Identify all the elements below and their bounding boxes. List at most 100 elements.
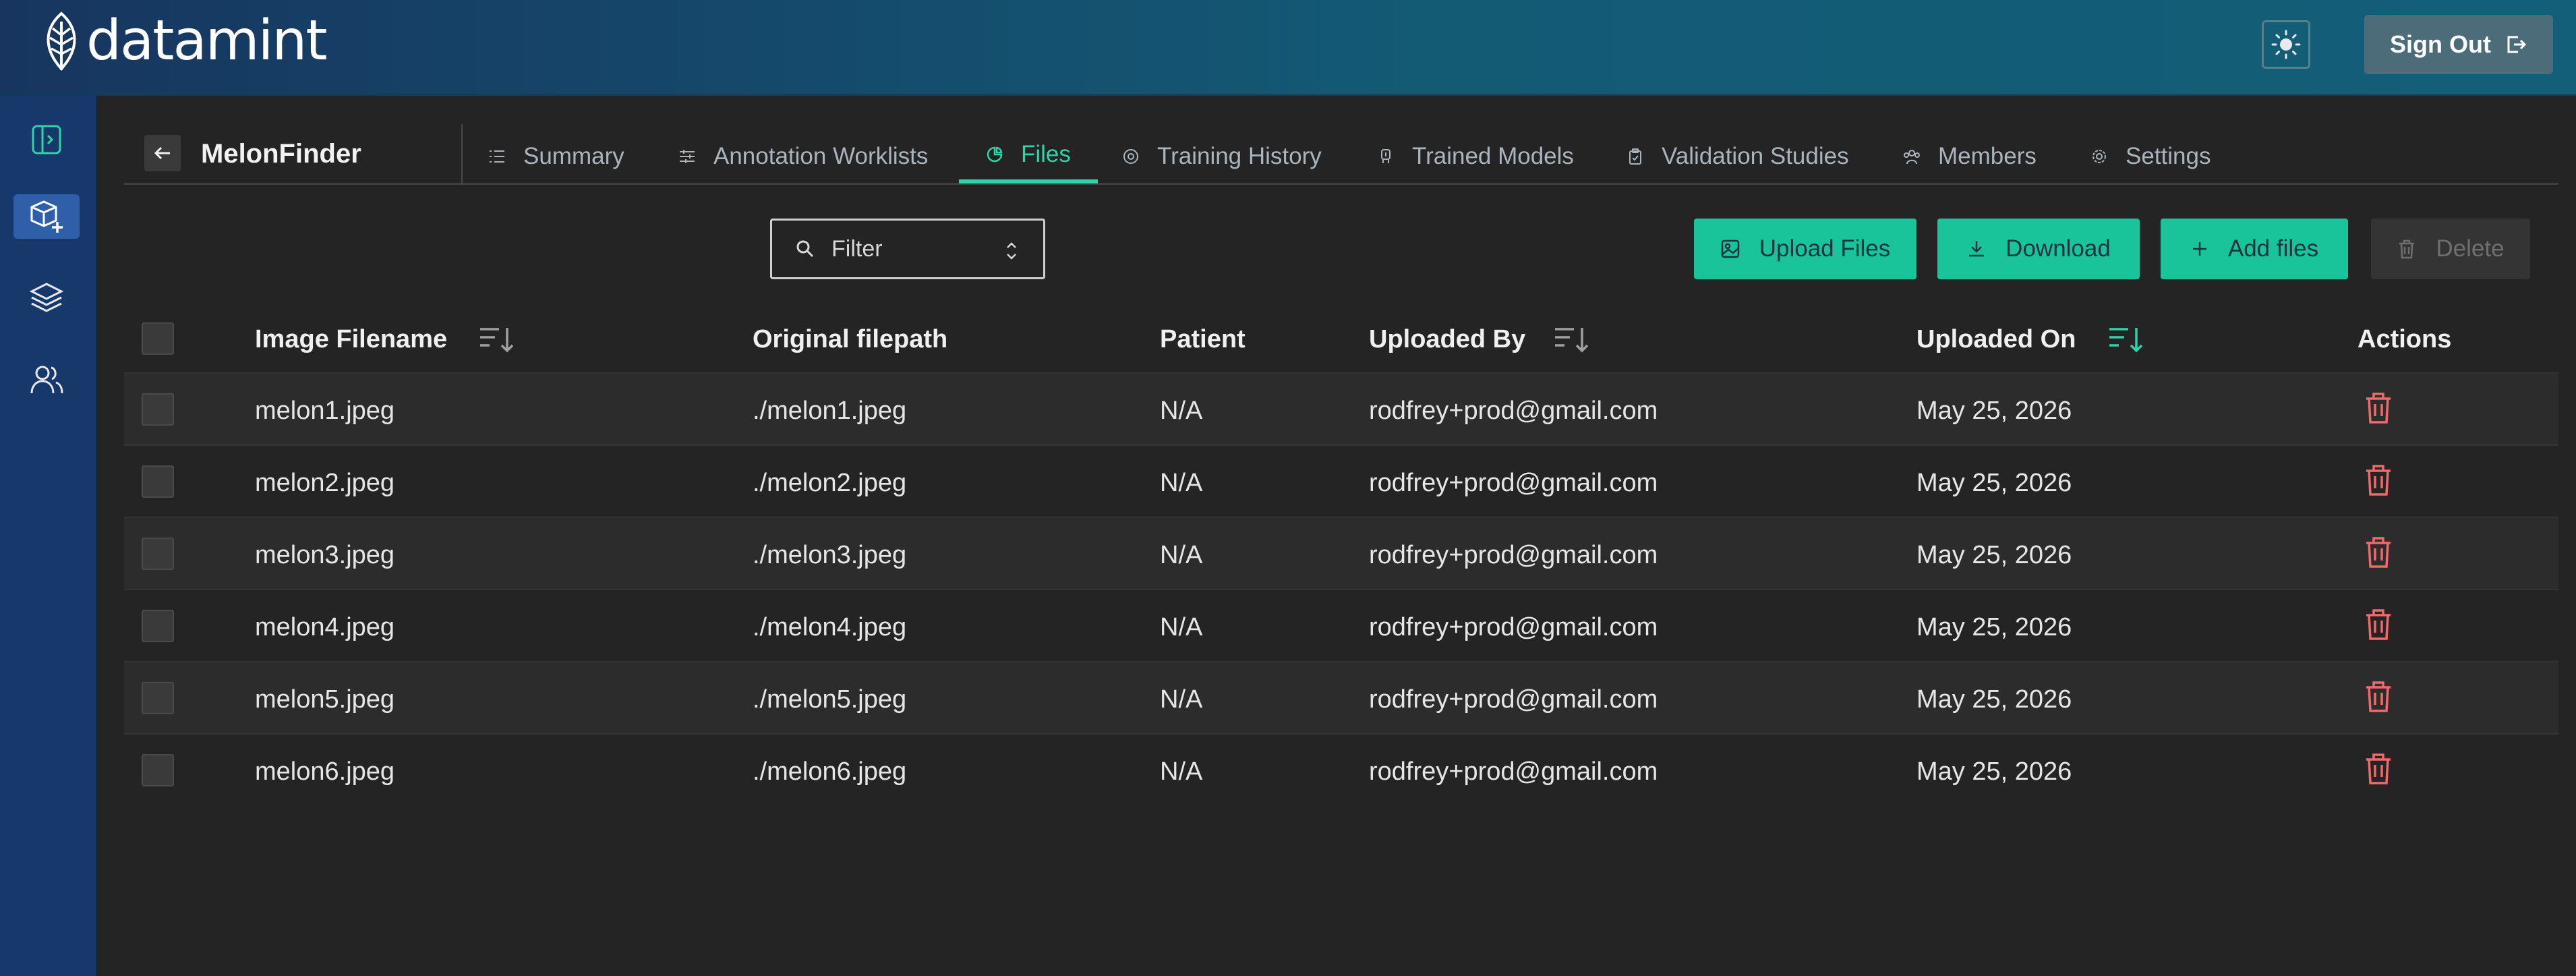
cell-patient: N/A bbox=[1160, 397, 1203, 425]
tab-training-history-label: Training History bbox=[1157, 143, 1322, 169]
logout-icon bbox=[2507, 36, 2527, 53]
row-checkbox[interactable] bbox=[142, 393, 174, 426]
logo[interactable]: datamint bbox=[39, 11, 327, 71]
cell-uploaded-on: May 25, 2026 bbox=[1916, 397, 2072, 425]
tab-trained-models[interactable]: Trained Models bbox=[1377, 130, 1574, 183]
cell-uploaded-on: May 25, 2026 bbox=[1916, 541, 2072, 569]
add-files-button[interactable]: Add files bbox=[2161, 219, 2348, 279]
tab-files[interactable]: Files bbox=[959, 130, 1098, 183]
col-actions: Actions bbox=[2358, 325, 2452, 353]
row-checkbox[interactable] bbox=[142, 754, 174, 786]
table-header: Image Filename Original filepath Patient… bbox=[124, 305, 2558, 372]
cell-uploaded-on: May 25, 2026 bbox=[1916, 469, 2072, 497]
delete-label: Delete bbox=[2436, 235, 2505, 262]
tab-files-label: Files bbox=[1021, 141, 1071, 167]
cell-patient: N/A bbox=[1160, 469, 1203, 497]
tab-training-history[interactable]: Training History bbox=[1122, 130, 1322, 183]
sidebar-toggle-button[interactable] bbox=[13, 117, 80, 162]
clipboard-icon bbox=[1629, 148, 1641, 165]
theme-toggle-button[interactable] bbox=[2262, 20, 2310, 69]
tab-settings[interactable]: Settings bbox=[2090, 130, 2211, 183]
tab-validation-studies-label: Validation Studies bbox=[1662, 143, 1849, 169]
upload-files-button[interactable]: Upload Files bbox=[1694, 219, 1916, 279]
sort-icon[interactable] bbox=[479, 325, 515, 355]
table-row[interactable]: melon1.jpeg ./melon1.jpeg N/A rodfrey+pr… bbox=[124, 372, 2558, 444]
cell-uploaded-by: rodfrey+prod@gmail.com bbox=[1369, 397, 1658, 425]
table-row[interactable]: melon4.jpeg ./melon4.jpeg N/A rodfrey+pr… bbox=[124, 589, 2558, 661]
row-checkbox[interactable] bbox=[142, 465, 174, 498]
tab-divider bbox=[461, 124, 463, 185]
sign-out-button[interactable]: Sign Out bbox=[2364, 15, 2553, 74]
delete-row-icon[interactable] bbox=[2363, 752, 2394, 786]
users-icon bbox=[30, 366, 63, 394]
model-icon bbox=[1381, 149, 1391, 163]
sliders-icon bbox=[680, 150, 695, 163]
upload-files-label: Upload Files bbox=[1759, 235, 1891, 262]
delete-row-icon[interactable] bbox=[2363, 391, 2394, 425]
col-image-filename[interactable]: Image Filename bbox=[255, 325, 447, 354]
row-checkbox[interactable] bbox=[142, 682, 174, 714]
new-project-icon bbox=[30, 200, 63, 233]
tab-validation-studies[interactable]: Validation Studies bbox=[1627, 130, 1849, 183]
delete-row-icon[interactable] bbox=[2363, 463, 2394, 497]
sidebar bbox=[0, 96, 97, 976]
cell-filepath: ./melon1.jpeg bbox=[753, 397, 907, 425]
cell-uploaded-on: May 25, 2026 bbox=[1916, 685, 2072, 714]
filter-select[interactable]: Filter bbox=[770, 219, 1045, 279]
chevron-updown-icon bbox=[1007, 242, 1016, 260]
row-checkbox[interactable] bbox=[142, 610, 174, 642]
sidebar-item-datasets[interactable] bbox=[13, 275, 80, 320]
delete-row-icon[interactable] bbox=[2363, 536, 2394, 569]
top-header: datamint Sign Out bbox=[0, 0, 2576, 96]
sidebar-item-users[interactable] bbox=[13, 357, 80, 402]
sidebar-item-new-project[interactable] bbox=[13, 194, 80, 239]
cell-uploaded-on: May 25, 2026 bbox=[1916, 613, 2072, 641]
back-button[interactable] bbox=[144, 135, 181, 171]
layers-icon bbox=[29, 283, 64, 312]
select-all-checkbox[interactable] bbox=[142, 322, 174, 355]
cell-filepath: ./melon4.jpeg bbox=[753, 613, 907, 641]
image-icon bbox=[1721, 239, 1739, 258]
arrow-left-icon bbox=[154, 146, 170, 160]
delete-row-icon[interactable] bbox=[2363, 680, 2394, 714]
tab-members[interactable]: Members bbox=[1903, 130, 2037, 183]
sun-icon bbox=[2271, 30, 2301, 59]
sign-out-label: Sign Out bbox=[2390, 30, 2491, 58]
tab-summary[interactable]: Summary bbox=[488, 130, 624, 183]
cell-uploaded-by: rodfrey+prod@gmail.com bbox=[1369, 469, 1658, 497]
tab-settings-label: Settings bbox=[2126, 143, 2211, 169]
cell-filename: melon5.jpeg bbox=[255, 685, 395, 714]
tab-trained-models-label: Trained Models bbox=[1412, 143, 1574, 169]
cell-filepath: ./melon3.jpeg bbox=[753, 541, 907, 569]
cell-patient: N/A bbox=[1160, 613, 1203, 641]
col-uploaded-by[interactable]: Uploaded By bbox=[1369, 325, 1525, 354]
leaf-logo-icon bbox=[47, 11, 76, 71]
add-files-label: Add files bbox=[2227, 235, 2319, 262]
cell-filename: melon4.jpeg bbox=[255, 613, 395, 641]
tab-members-label: Members bbox=[1938, 143, 2037, 169]
download-button[interactable]: Download bbox=[1937, 219, 2140, 279]
table-row[interactable]: melon3.jpeg ./melon3.jpeg N/A rodfrey+pr… bbox=[124, 517, 2558, 589]
delete-row-icon[interactable] bbox=[2363, 608, 2394, 641]
training-icon bbox=[1123, 149, 1138, 164]
table-row[interactable]: melon2.jpeg ./melon2.jpeg N/A rodfrey+pr… bbox=[124, 444, 2558, 517]
cell-filepath: ./melon6.jpeg bbox=[753, 757, 907, 786]
plus-icon bbox=[2192, 242, 2206, 256]
cell-filepath: ./melon5.jpeg bbox=[753, 685, 907, 714]
table-row[interactable]: melon5.jpeg ./melon5.jpeg N/A rodfrey+pr… bbox=[124, 661, 2558, 733]
col-uploaded-on[interactable]: Uploaded On bbox=[1916, 325, 2076, 354]
table-row[interactable]: melon6.jpeg ./melon6.jpeg N/A rodfrey+pr… bbox=[124, 733, 2558, 805]
gear-icon bbox=[2092, 150, 2106, 163]
delete-button[interactable]: Delete bbox=[2371, 219, 2530, 279]
cell-filename: melon3.jpeg bbox=[255, 541, 395, 569]
cell-filename: melon6.jpeg bbox=[255, 757, 395, 786]
col-patient: Patient bbox=[1160, 325, 1246, 353]
row-checkbox[interactable] bbox=[142, 538, 174, 570]
sort-active-icon[interactable] bbox=[2108, 325, 2144, 355]
sort-icon[interactable] bbox=[1554, 325, 1590, 355]
cell-filename: melon1.jpeg bbox=[255, 397, 395, 425]
cell-uploaded-by: rodfrey+prod@gmail.com bbox=[1369, 541, 1658, 569]
files-icon bbox=[987, 146, 1003, 163]
tab-annotation-worklists[interactable]: Annotation Worklists bbox=[678, 130, 928, 183]
cell-filepath: ./melon2.jpeg bbox=[753, 469, 907, 497]
